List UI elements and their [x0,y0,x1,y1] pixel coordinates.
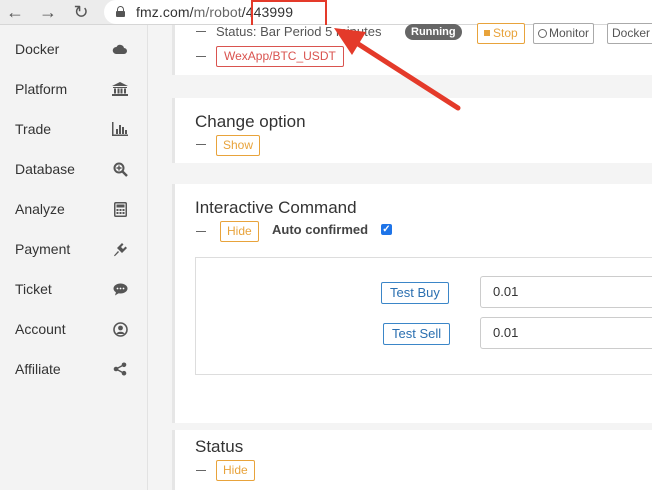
sidebar-item-ticket[interactable]: Ticket [0,269,147,309]
annotation-highlight-box [251,0,327,27]
status-text: Status: Bar Period 5 minutes [216,24,382,39]
panel-title: Interactive Command [195,198,357,217]
sidebar-item-account[interactable]: Account [0,309,147,349]
test-sell-button[interactable]: Test Sell [383,323,451,345]
bar-chart-icon [110,119,130,139]
dash-marker [196,231,206,232]
sidebar-item-label: Account [15,321,66,337]
dash-marker [196,56,206,57]
status-hide-button[interactable]: Hide [216,460,255,481]
auto-confirmed-label: Auto confirmed [272,222,369,237]
docker-button[interactable]: Docker [607,23,652,44]
main-content: Status: Bar Period 5 minutes Running Sto… [148,23,652,490]
sidebar-item-label: Ticket [15,281,52,297]
sidebar-item-payment[interactable]: Payment [0,229,147,269]
plug-icon [110,239,130,259]
sidebar-item-database[interactable]: Database [0,149,147,189]
sidebar-item-label: Trade [15,121,52,137]
dash-marker [196,31,206,32]
command-box: Test Buy 0.01 Test Sell 0.01 [195,257,652,375]
show-button[interactable]: Show [216,135,261,156]
calculator-icon [110,199,130,219]
sidebar-item-label: Platform [15,81,68,97]
dash-marker [196,144,206,145]
exchange-tag[interactable]: WexApp/BTC_USDT [216,46,344,67]
sidebar-item-docker[interactable]: Docker [0,29,147,69]
forward-arrow-icon[interactable]: → [37,1,59,23]
stop-button[interactable]: Stop [477,23,525,44]
sidebar-item-label: Database [15,161,75,177]
comment-icon [110,279,130,299]
bank-icon [110,79,130,99]
sidebar-item-label: Docker [15,41,60,57]
test-buy-button[interactable]: Test Buy [381,282,449,304]
share-icon [110,359,130,379]
status-panel: Status Hide [172,430,652,490]
sidebar-item-label: Affiliate [15,361,61,377]
dash-marker [196,470,206,471]
monitor-button[interactable]: Monitor [533,23,595,44]
status-badge: Running [405,24,462,40]
cloud-icon [110,39,130,59]
panel-title: Status [195,437,244,456]
address-bar[interactable]: fmz.com/m/robot/443999 [104,0,652,24]
hide-button[interactable]: Hide [220,221,259,242]
back-arrow-icon[interactable]: ← [4,1,26,23]
search-plus-icon [110,159,130,179]
sidebar-item-analyze[interactable]: Analyze [0,189,147,229]
sidebar-item-trade[interactable]: Trade [0,109,147,149]
sidebar: Docker Platform Trade Database Analyze P… [0,25,148,490]
robot-info-panel: Status: Bar Period 5 minutes Running Sto… [172,23,652,75]
change-option-panel: Change option Show [172,98,652,163]
sidebar-item-affiliate[interactable]: Affiliate [0,349,147,389]
reload-icon[interactable]: ↻ [70,1,92,23]
lock-icon [116,6,125,17]
sidebar-item-label: Payment [15,241,71,257]
eye-icon [538,29,547,38]
test-sell-input[interactable]: 0.01 [480,317,652,349]
stop-square-icon [484,30,490,36]
interactive-command-panel: Interactive Command Hide Auto confirmed … [172,184,652,423]
auto-confirmed-checkbox[interactable]: ✓ [381,224,392,235]
panel-title: Change option [195,112,306,131]
sidebar-item-platform[interactable]: Platform [0,69,147,109]
user-circle-icon [110,319,130,339]
test-buy-input[interactable]: 0.01 [480,276,652,308]
sidebar-item-label: Analyze [15,201,65,217]
